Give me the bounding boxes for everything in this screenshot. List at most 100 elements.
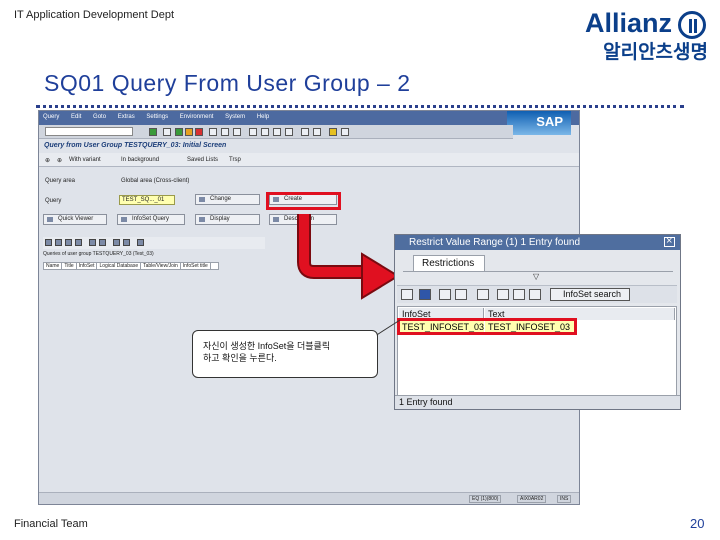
- help-icon[interactable]: [329, 128, 337, 136]
- page-number: 20: [690, 516, 705, 531]
- infoset-query-button[interactable]: InfoSet Query: [117, 214, 185, 225]
- menu-system[interactable]: System: [225, 114, 245, 120]
- red-arrow-icon: [297, 214, 400, 300]
- tab-restrictions[interactable]: Restrictions: [413, 255, 485, 271]
- col-infoset-title[interactable]: InfoSet title: [181, 263, 211, 270]
- col-title[interactable]: Title: [62, 263, 77, 270]
- sort-asc-icon[interactable]: [55, 239, 62, 246]
- details-icon[interactable]: [45, 239, 52, 246]
- display-button[interactable]: Display: [195, 214, 260, 225]
- layout-icon[interactable]: [341, 128, 349, 136]
- list-icon[interactable]: [529, 289, 541, 300]
- col-infoset[interactable]: InfoSet: [77, 263, 98, 270]
- eagle-icon: [678, 11, 706, 39]
- quick-viewer-button[interactable]: Quick Viewer: [43, 214, 107, 225]
- enter-icon[interactable]: [149, 128, 157, 136]
- col-table-view-join[interactable]: Table/View/Join: [141, 263, 181, 270]
- checkmark-icon[interactable]: [401, 289, 413, 300]
- next-page-icon[interactable]: [273, 128, 281, 136]
- print-dialog-icon[interactable]: [513, 289, 525, 300]
- status-server: AIX0AR02: [517, 495, 547, 503]
- exit-icon[interactable]: [185, 128, 193, 136]
- find-dialog-icon[interactable]: [477, 289, 489, 300]
- menu-settings[interactable]: Settings: [146, 114, 168, 120]
- find-icon[interactable]: [221, 128, 229, 136]
- info-icon[interactable]: [137, 239, 144, 246]
- new-session-icon[interactable]: [301, 128, 309, 136]
- first-page-icon[interactable]: [249, 128, 257, 136]
- callout-line-1: 자신이 생성한 InfoSet을 더블클릭: [203, 341, 331, 351]
- transport-button[interactable]: Trsp: [229, 157, 241, 163]
- glasses-icon: [199, 217, 205, 222]
- application-toolbar: ⊕ ⊕ With variant In background Saved Lis…: [39, 153, 579, 167]
- screen-title: Query from User Group TESTQUERY_03: Init…: [44, 142, 227, 149]
- expand-icon[interactable]: ▽: [533, 272, 539, 281]
- menu-edit[interactable]: Edit: [71, 114, 81, 120]
- query-area-label: Query area: [45, 178, 76, 184]
- sap-logo: SAP: [507, 111, 571, 135]
- query-label: Query: [45, 198, 62, 204]
- save-icon[interactable]: [163, 128, 171, 136]
- viewer-icon: [47, 217, 53, 222]
- export-icon[interactable]: [99, 239, 106, 246]
- infoset-icon: [121, 217, 127, 222]
- dialog-status: 1 Entry found: [395, 395, 680, 409]
- standard-toolbar: [39, 125, 513, 139]
- shortcut-icon[interactable]: [313, 128, 321, 136]
- infoset-search-button[interactable]: InfoSet search: [550, 288, 630, 301]
- menu-environment[interactable]: Environment: [180, 114, 214, 120]
- footer-team: Financial Team: [14, 518, 88, 530]
- allianz-logo: Allianz 알리안츠생명: [582, 8, 708, 64]
- last-page-icon[interactable]: [285, 128, 293, 136]
- menu-extras[interactable]: Extras: [118, 114, 135, 120]
- menu-goto[interactable]: Goto: [93, 114, 106, 120]
- callout-line-2: 하고 확인을 누른다.: [203, 353, 277, 363]
- title-divider: [36, 105, 684, 108]
- dialog-title: Restrict Value Range (1) 1 Entry found: [395, 235, 680, 250]
- print-preview-icon[interactable]: [89, 239, 96, 246]
- query-input[interactable]: TEST_SQ..._01: [119, 195, 175, 205]
- alv-column-headers: Name Title InfoSet Logical Database Table/Vi…: [43, 262, 219, 270]
- sap-statusbar: EQ (1)(800) AIX0AR02 INS: [39, 492, 579, 504]
- brand-name-kr: 알리안츠생명: [603, 42, 708, 63]
- row-highlight-box: [397, 318, 577, 335]
- execute-variant-icon[interactable]: ⊕: [57, 157, 62, 164]
- in-background-button[interactable]: In background: [121, 157, 159, 163]
- status-system: EQ (1)(800): [469, 495, 502, 503]
- prev-page-icon[interactable]: [261, 128, 269, 136]
- page-title: SQ01 Query From User Group – 2: [44, 70, 411, 96]
- find-next-icon[interactable]: [233, 128, 241, 136]
- filter-dialog-icon[interactable]: [455, 289, 467, 300]
- execute-icon[interactable]: ⊕: [45, 157, 50, 164]
- query-area-value: Global area (Cross-client): [121, 178, 190, 184]
- cancel-icon[interactable]: [195, 128, 203, 136]
- alv-info-text: Queries of user group TESTQUERY_03 (Test…: [43, 251, 154, 257]
- dept-label: IT Application Development Dept: [14, 9, 174, 21]
- col-name[interactable]: Name: [44, 263, 63, 270]
- change-button[interactable]: Change: [195, 194, 260, 205]
- sort-desc-icon[interactable]: [65, 239, 72, 246]
- pencil-icon: [199, 197, 205, 202]
- back-icon[interactable]: [175, 128, 183, 136]
- instruction-callout: 자신이 생성한 InfoSet을 더블클릭 하고 확인을 누른다.: [192, 330, 378, 378]
- col-logical-db[interactable]: Logical Database: [97, 263, 142, 270]
- status-mode: INS: [557, 495, 572, 503]
- command-field[interactable]: [45, 127, 133, 136]
- saved-lists-button[interactable]: Saved Lists: [187, 157, 218, 163]
- find-next-dialog-icon[interactable]: [497, 289, 509, 300]
- layout-select-icon[interactable]: [123, 239, 130, 246]
- menu-query[interactable]: Query: [43, 114, 59, 120]
- close-icon[interactable]: [664, 235, 675, 247]
- sap-logo-text: SAP: [536, 114, 563, 129]
- filter-icon[interactable]: [75, 239, 82, 246]
- cancel-x-icon[interactable]: [419, 289, 431, 300]
- dialog-toolbar: InfoSet search: [397, 285, 677, 303]
- menu-items: Query Edit Goto Extras Settings Environm…: [43, 114, 279, 120]
- alv-toolbar: [43, 237, 265, 249]
- with-variant-button[interactable]: With variant: [69, 157, 101, 163]
- menu-help[interactable]: Help: [257, 114, 269, 120]
- sort-icon[interactable]: [439, 289, 451, 300]
- sap-menubar: Query Edit Goto Extras Settings Environm…: [39, 111, 579, 125]
- print-icon[interactable]: [209, 128, 217, 136]
- layout-change-icon[interactable]: [113, 239, 120, 246]
